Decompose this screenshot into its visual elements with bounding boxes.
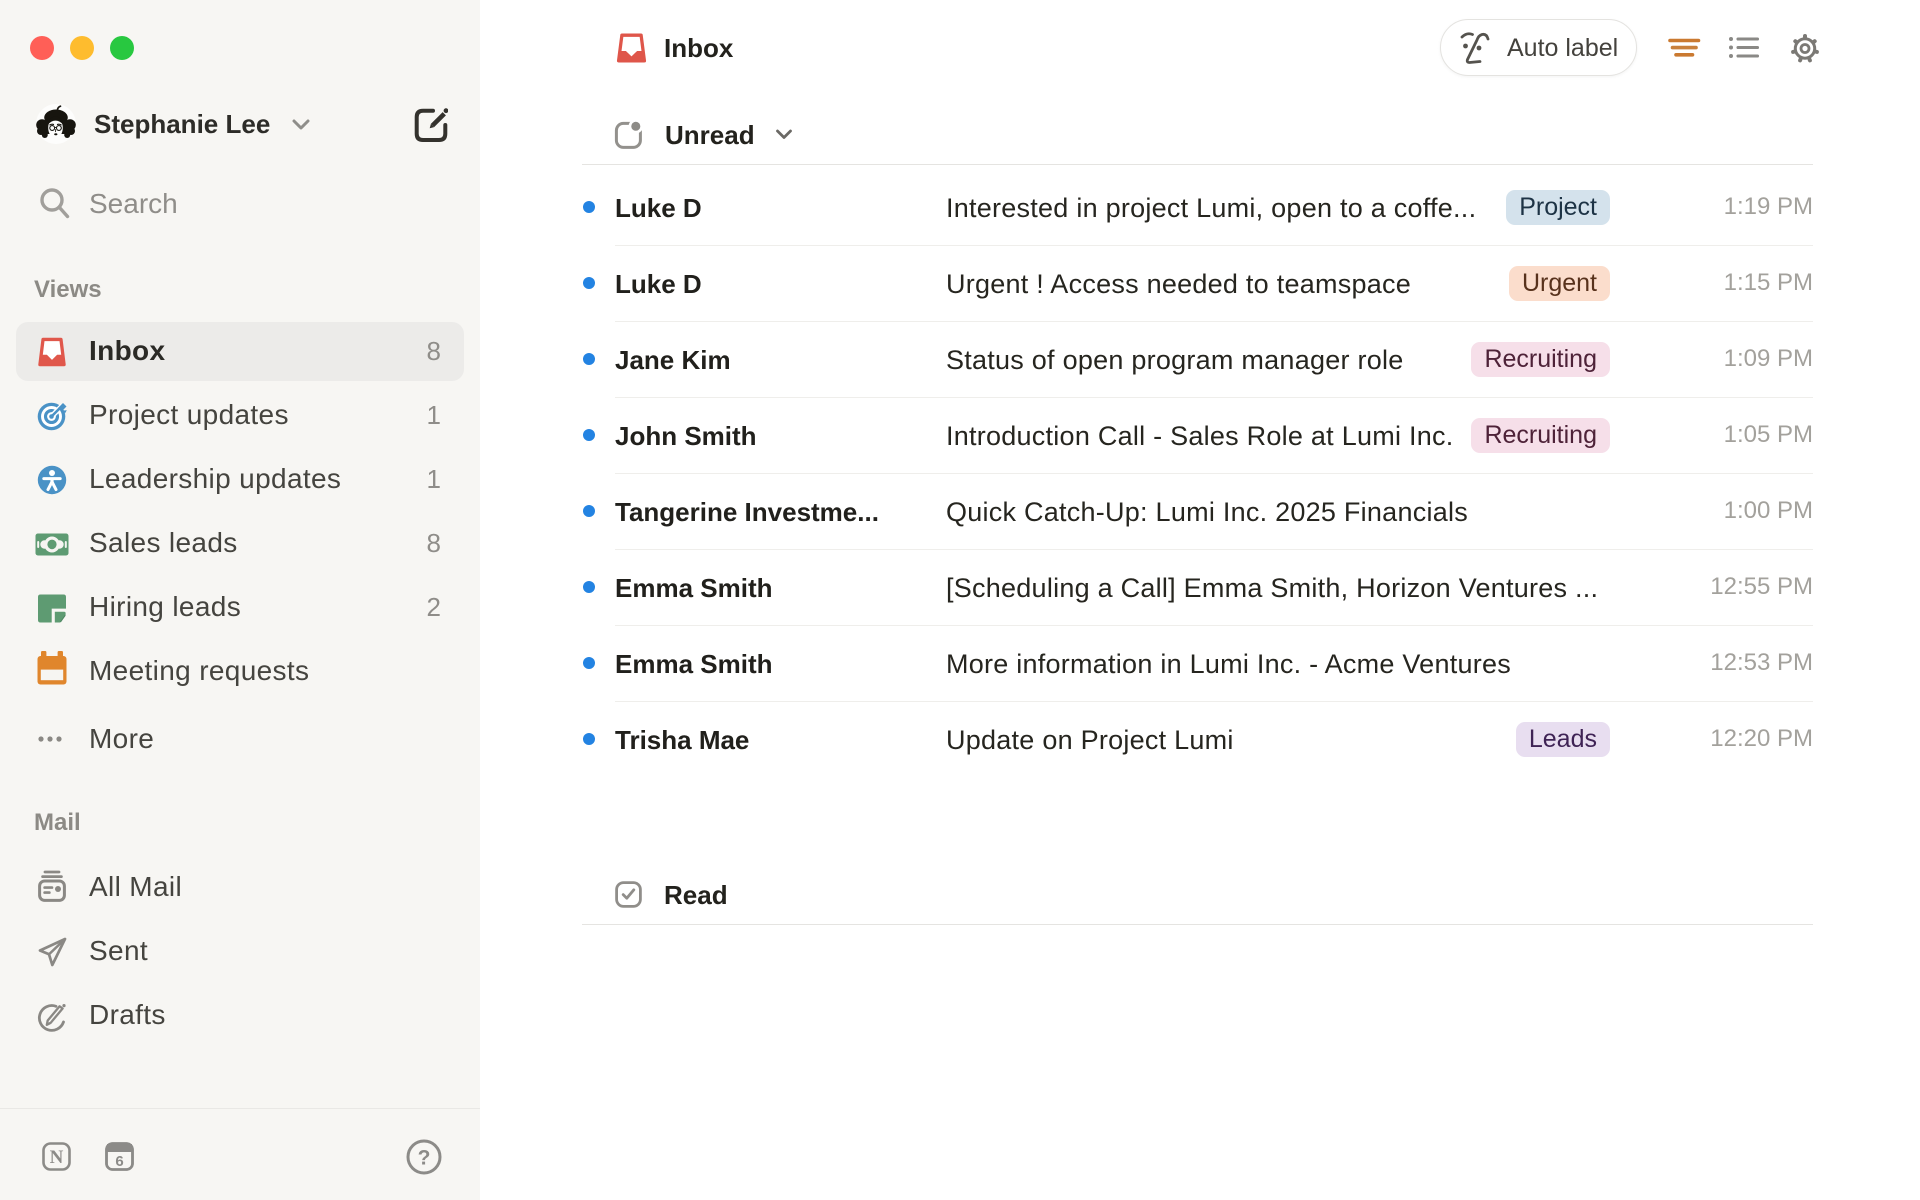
svg-text:?: ? xyxy=(418,1147,431,1170)
svg-text:N: N xyxy=(50,1147,64,1168)
svg-text:6: 6 xyxy=(115,1153,123,1170)
